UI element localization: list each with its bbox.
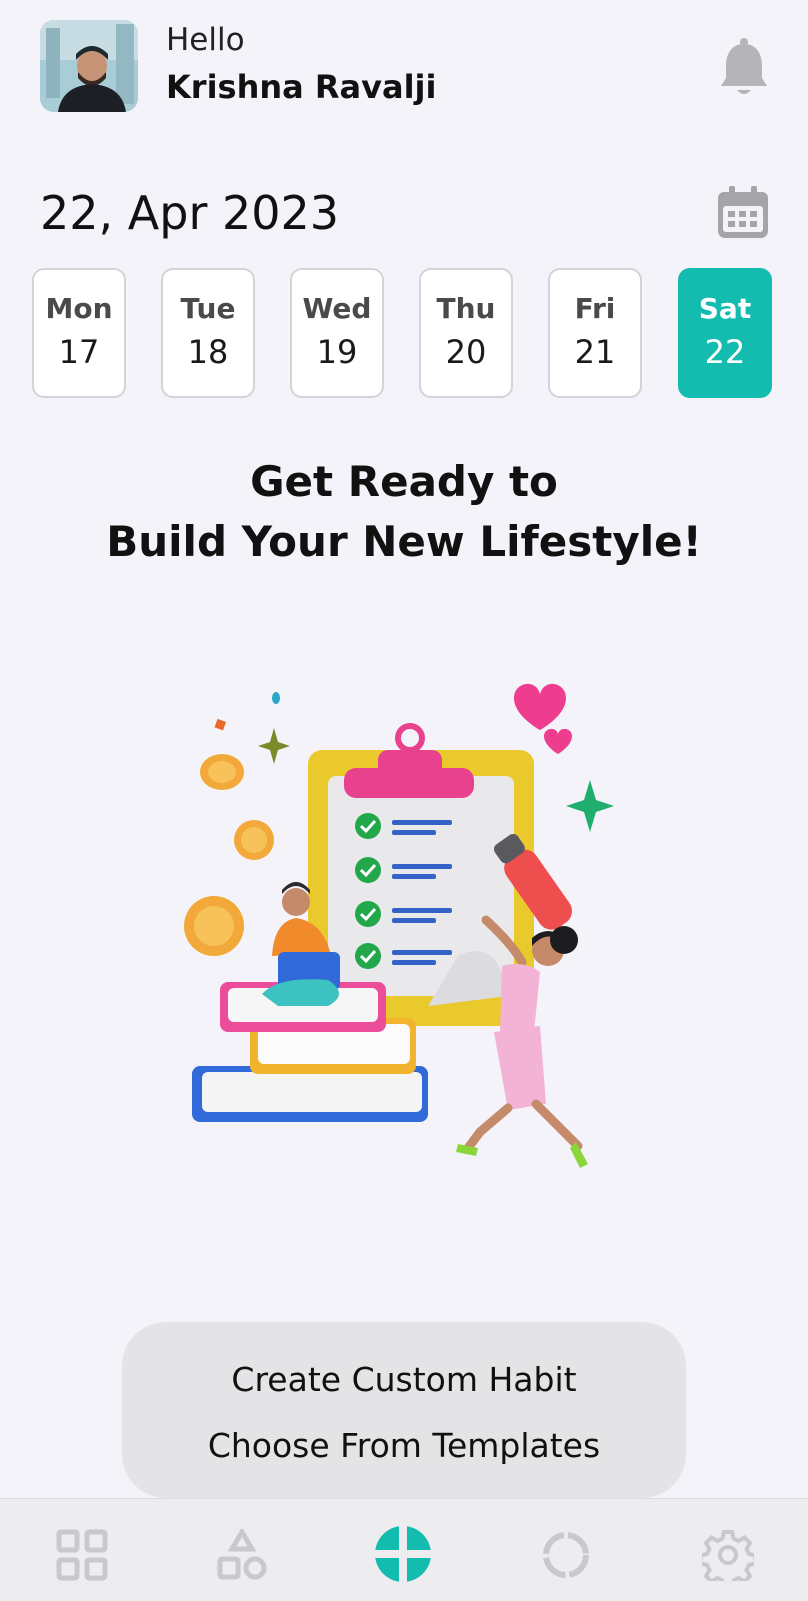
day-date: 19: [316, 333, 358, 371]
bottom-tab-bar: [0, 1498, 808, 1601]
day-card-wed[interactable]: Wed 19: [290, 268, 384, 398]
headline: Get Ready to Build Your New Lifestyle!: [0, 452, 808, 572]
avatar-photo: [40, 20, 138, 112]
day-card-thu[interactable]: Thu 20: [419, 268, 513, 398]
day-card-mon[interactable]: Mon 17: [32, 268, 126, 398]
current-date: 22, Apr 2023: [40, 186, 340, 240]
day-date: 18: [187, 333, 229, 371]
day-card-sat[interactable]: Sat 22: [678, 268, 772, 398]
grid-icon[interactable]: [56, 1529, 108, 1581]
day-date: 22: [704, 333, 746, 371]
day-name: Tue: [180, 292, 236, 325]
day-date: 21: [574, 333, 616, 371]
create-custom-habit-option[interactable]: Create Custom Habit: [122, 1360, 686, 1399]
gear-icon[interactable]: [702, 1529, 754, 1581]
day-name: Sat: [698, 292, 752, 325]
choose-templates-option[interactable]: Choose From Templates: [122, 1426, 686, 1465]
progress-ring-icon[interactable]: [540, 1529, 592, 1581]
day-date: 20: [445, 333, 487, 371]
header: Hello Krishna Ravalji: [0, 0, 808, 120]
bell-icon[interactable]: [718, 34, 770, 100]
day-date: 17: [58, 333, 100, 371]
shapes-icon[interactable]: [216, 1529, 268, 1581]
add-habit-menu: Create Custom Habit Choose From Template…: [122, 1322, 686, 1498]
greeting-text: Hello: [166, 22, 245, 58]
headline-line-2: Build Your New Lifestyle!: [106, 517, 702, 566]
user-name: Krishna Ravalji: [166, 68, 437, 106]
day-name: Mon: [45, 292, 113, 325]
day-name: Wed: [302, 292, 372, 325]
day-card-fri[interactable]: Fri 21: [548, 268, 642, 398]
day-selector: Mon 17 Tue 18 Wed 19 Thu 20 Fri 21 Sat 2…: [32, 268, 778, 402]
day-name: Thu: [436, 292, 496, 325]
day-name: Fri: [574, 292, 616, 325]
calendar-icon[interactable]: [716, 184, 770, 240]
day-card-tue[interactable]: Tue 18: [161, 268, 255, 398]
lifestyle-illustration: [178, 676, 638, 1196]
add-close-icon[interactable]: [374, 1525, 432, 1583]
avatar[interactable]: [40, 20, 138, 112]
headline-line-1: Get Ready to: [250, 457, 558, 506]
